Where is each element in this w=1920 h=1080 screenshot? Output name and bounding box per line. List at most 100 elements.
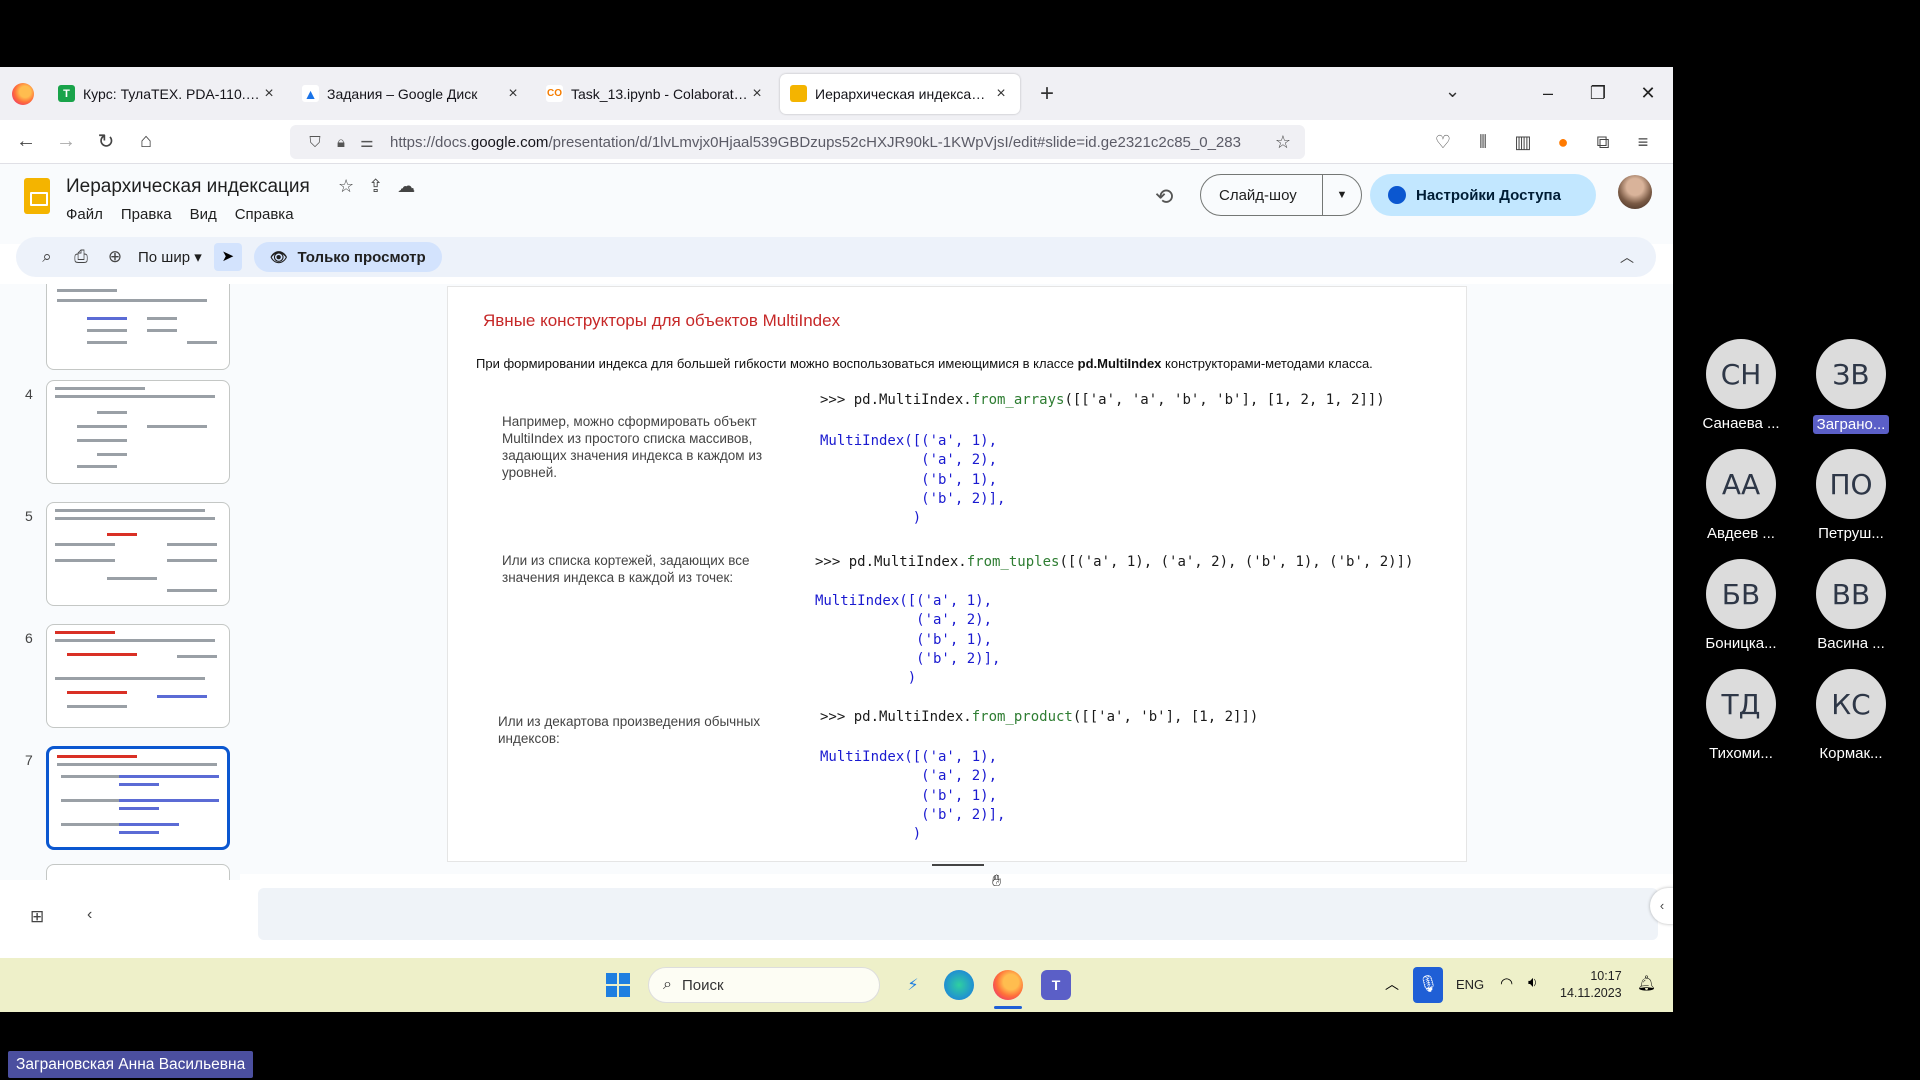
cloud-status-icon[interactable]: ☁ bbox=[397, 176, 415, 197]
menu-help[interactable]: Справка bbox=[235, 206, 294, 223]
chevron-down-icon[interactable]: ⌄ bbox=[1445, 81, 1460, 102]
lock-icon[interactable]: 🔒︎ bbox=[328, 134, 354, 151]
extensions-icon[interactable]: ⧉ bbox=[1583, 132, 1623, 153]
sidebar-icon[interactable]: ▥ bbox=[1503, 132, 1543, 153]
address-bar[interactable]: ⛉ 🔒︎ ⚌ https://docs.google.com/presentat… bbox=[290, 125, 1305, 159]
grid-view-icon[interactable]: ⊞ bbox=[30, 907, 44, 927]
home-icon[interactable]: ⌂ bbox=[126, 130, 166, 153]
forward-icon[interactable]: → bbox=[46, 130, 86, 153]
slide-thumbnail[interactable] bbox=[46, 380, 230, 484]
zoom-icon[interactable]: ⊕ bbox=[98, 247, 132, 267]
tulatex-icon: T bbox=[58, 85, 75, 102]
account-icon[interactable]: ● bbox=[1543, 132, 1583, 153]
tab-4[interactable]: Иерархическая индексация · × bbox=[780, 73, 1020, 114]
library-icon[interactable]: ⫴ bbox=[1463, 132, 1503, 153]
menu-edit[interactable]: Правка bbox=[121, 206, 172, 223]
chevron-up-icon[interactable]: ︿ bbox=[1385, 974, 1399, 994]
participant-tile[interactable]: КС Кормак... bbox=[1799, 669, 1903, 762]
slide-filmstrip: 4 5 6 7 bbox=[0, 284, 240, 880]
close-icon[interactable]: × bbox=[504, 85, 522, 103]
wifi-icon[interactable]: ◠ bbox=[1500, 974, 1513, 992]
slide-thumbnail[interactable] bbox=[46, 284, 230, 370]
language-indicator[interactable]: ENG bbox=[1456, 977, 1484, 992]
slideshow-label[interactable]: Слайд-шоу bbox=[1201, 175, 1323, 215]
slide-thumbnail[interactable] bbox=[46, 624, 230, 728]
power-automate-icon[interactable]: ⚡ bbox=[898, 970, 928, 1000]
chevron-down-icon[interactable]: ▼ bbox=[1323, 189, 1361, 201]
teams-icon[interactable]: T bbox=[1041, 970, 1071, 1000]
menu-file[interactable]: Файл bbox=[66, 206, 103, 223]
permissions-icon[interactable]: ⚌ bbox=[354, 133, 380, 151]
document-title[interactable]: Иерархическая индексация bbox=[66, 176, 310, 198]
close-window-icon[interactable]: ✕ bbox=[1623, 83, 1673, 104]
firefox-taskbar-icon[interactable] bbox=[993, 970, 1023, 1000]
participant-tile[interactable]: ЗВ Заграно... bbox=[1799, 339, 1903, 439]
slide-thumbnail[interactable] bbox=[46, 502, 230, 606]
share-button[interactable]: Настройки Доступа bbox=[1370, 174, 1596, 216]
participant-name: Боницка... bbox=[1705, 635, 1777, 652]
move-to-drive-icon[interactable]: ⇪ bbox=[368, 176, 383, 197]
tab-1[interactable]: T Курс: ТулаТЕХ. PDA-110. Введе × bbox=[48, 74, 288, 114]
slides-toolbar: ⌕ ⎙ ⊕ По шир ▾ ➤ 👁︎ Только просмотр ︿ bbox=[16, 237, 1656, 277]
back-icon[interactable]: ← bbox=[6, 130, 46, 153]
volume-icon[interactable]: 🔉︎ bbox=[1528, 974, 1537, 991]
slides-header: Иерархическая индексация ☆ ⇪ ☁ Файл Прав… bbox=[0, 164, 1673, 244]
slideshow-button[interactable]: Слайд-шоу ▼ bbox=[1200, 174, 1362, 216]
participant-tile[interactable]: БВ Боницка... bbox=[1689, 559, 1793, 652]
speaker-notes[interactable] bbox=[258, 888, 1658, 940]
close-icon[interactable]: × bbox=[992, 85, 1010, 103]
slide-number: 7 bbox=[25, 752, 33, 768]
shield-icon[interactable]: ⛉ bbox=[302, 134, 328, 151]
history-icon[interactable]: ⟲ bbox=[1155, 184, 1173, 210]
tab-2[interactable]: ▲ Задания – Google Диск × bbox=[292, 74, 532, 114]
participant-name: Тихоми... bbox=[1709, 745, 1773, 762]
google-slides-icon bbox=[790, 85, 807, 102]
participant-tile[interactable]: ВВ Васина ... bbox=[1799, 559, 1903, 652]
reload-icon[interactable]: ↻ bbox=[86, 129, 126, 154]
participant-tile[interactable]: ПО Петруш... bbox=[1799, 449, 1903, 542]
tab-label: Задания – Google Диск bbox=[327, 85, 478, 102]
google-drive-icon: ▲ bbox=[302, 85, 319, 102]
menu-view[interactable]: Вид bbox=[190, 206, 217, 223]
slide-thumbnail-active[interactable] bbox=[46, 746, 230, 850]
participant-tile[interactable]: ТД Тихоми... bbox=[1689, 669, 1793, 762]
result-from-arrays: MultiIndex([('a', 1), ('a', 2), ('b', 1)… bbox=[820, 433, 1006, 527]
menu-icon[interactable]: ≡ bbox=[1623, 132, 1663, 153]
participant-tile[interactable]: СН Санаева ... bbox=[1689, 339, 1793, 432]
minimize-icon[interactable]: – bbox=[1523, 83, 1573, 104]
colab-icon: CO bbox=[546, 85, 563, 102]
edge-icon[interactable] bbox=[944, 970, 974, 1000]
google-slides-logo-icon[interactable] bbox=[24, 178, 50, 214]
chevron-left-icon[interactable]: ‹ bbox=[87, 906, 92, 924]
windows-start-icon[interactable] bbox=[606, 973, 630, 997]
taskbar-search[interactable]: ⌕ Поиск bbox=[648, 967, 880, 1003]
avatar[interactable] bbox=[1618, 175, 1652, 209]
slide-text-product: Или из декартова произведения обычных ин… bbox=[498, 714, 761, 746]
notifications-icon[interactable]: 🔔︎ bbox=[1637, 974, 1656, 992]
tab-label: Курс: ТулаТЕХ. PDA-110. Введе bbox=[83, 85, 260, 102]
zoom-select[interactable]: По шир ▾ bbox=[138, 248, 202, 266]
close-icon[interactable]: × bbox=[748, 85, 766, 103]
close-icon[interactable]: × bbox=[260, 85, 278, 103]
slide-intro: При формировании индекса для большей гиб… bbox=[476, 356, 1373, 371]
slide-thumbnail[interactable] bbox=[46, 864, 230, 880]
participant-tile[interactable]: АА Авдеев ... bbox=[1689, 449, 1793, 542]
microphone-icon[interactable]: 🎙︎ bbox=[1413, 967, 1443, 1003]
search-icon[interactable]: ⌕ bbox=[30, 247, 64, 267]
select-cursor-icon[interactable]: ➤ bbox=[213, 243, 242, 271]
participant-avatar: АА bbox=[1706, 449, 1776, 519]
view-only-button[interactable]: 👁︎ Только просмотр bbox=[253, 242, 442, 272]
pocket-icon[interactable]: ♡ bbox=[1423, 132, 1463, 153]
print-icon[interactable]: ⎙ bbox=[64, 247, 98, 267]
system-clock[interactable]: 10:17 14.11.2023 bbox=[1560, 968, 1622, 1002]
shared-desktop: T Курс: ТулаТЕХ. PDA-110. Введе × ▲ Зада… bbox=[0, 67, 1673, 1012]
bookmark-star-icon[interactable]: ☆ bbox=[1275, 132, 1291, 153]
firefox-icon[interactable] bbox=[12, 82, 34, 105]
new-tab-icon[interactable]: + bbox=[1032, 80, 1062, 108]
restore-icon[interactable]: ❐ bbox=[1573, 83, 1623, 104]
slide-title: Явные конструкторы для объектов MultiInd… bbox=[483, 311, 841, 330]
star-icon[interactable]: ☆ bbox=[338, 176, 354, 197]
clock-time: 10:17 bbox=[1590, 969, 1622, 983]
chevron-up-icon[interactable]: ︿ bbox=[1620, 247, 1634, 267]
tab-3[interactable]: CO Task_13.ipynb - Colaboratory × bbox=[536, 74, 776, 114]
